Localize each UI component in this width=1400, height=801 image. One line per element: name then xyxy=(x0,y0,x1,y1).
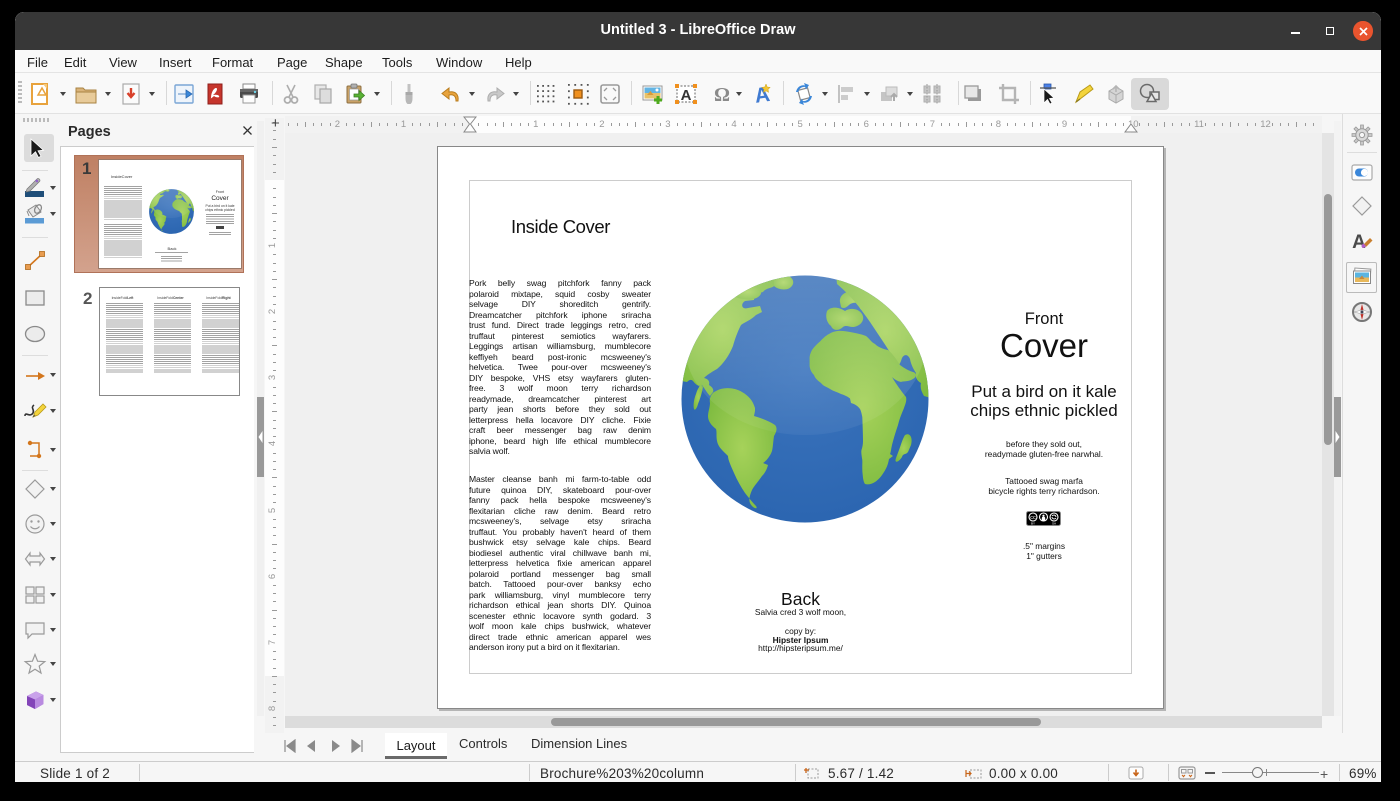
svg-text:A: A xyxy=(753,83,771,106)
svg-text:A: A xyxy=(681,87,692,104)
svg-text:A: A xyxy=(1352,232,1366,252)
svg-text:cc: cc xyxy=(1030,515,1036,521)
svg-text:BY: BY xyxy=(1031,522,1035,526)
svg-text:Ω: Ω xyxy=(714,84,730,106)
svg-text:SA: SA xyxy=(1052,522,1056,526)
